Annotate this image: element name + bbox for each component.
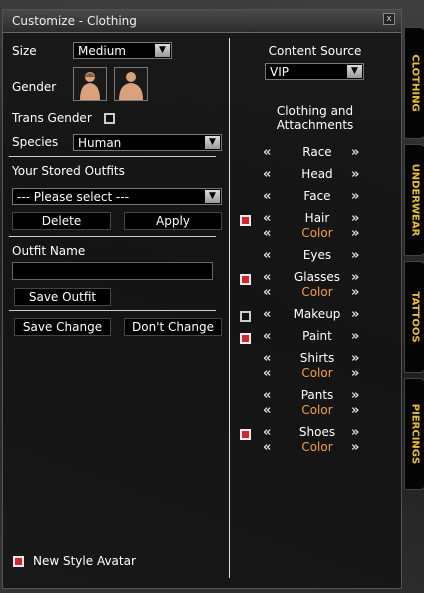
content-source-dropdown[interactable]: VIP ▼ — [265, 63, 364, 80]
item-enable-checkbox[interactable] — [240, 215, 251, 226]
item-color-label: Color — [301, 285, 333, 299]
item-name-label: Glasses — [293, 270, 341, 284]
apply-button[interactable]: Apply — [124, 212, 222, 230]
female-avatar-icon — [74, 68, 106, 100]
chevron-left-icon[interactable]: « — [263, 441, 272, 454]
item-name-label: Hair — [304, 211, 330, 225]
item-name-label: Shirts — [299, 351, 335, 365]
chevron-left-icon[interactable]: « — [263, 212, 272, 225]
divider — [9, 156, 216, 157]
chevron-down-icon: ▼ — [155, 44, 170, 57]
size-dropdown[interactable]: Medium ▼ — [73, 42, 172, 59]
chevron-down-icon: ▼ — [347, 65, 362, 78]
save-outfit-button[interactable]: Save Outfit — [14, 288, 111, 306]
item-color-label: Color — [301, 403, 333, 417]
tab-piercings[interactable]: PIERCINGS — [404, 378, 424, 490]
content-source-label: Content Source — [268, 44, 362, 58]
gender-label: Gender — [12, 80, 57, 94]
title-bar[interactable]: Customize - Clothing x — [3, 10, 401, 33]
chevron-left-icon[interactable]: « — [263, 426, 272, 439]
chevron-left-icon[interactable]: « — [263, 271, 272, 284]
item-name-label: Eyes — [302, 248, 332, 262]
item-color-label: Color — [301, 226, 333, 240]
tab-clothing-label: CLOTHING — [409, 54, 421, 112]
tab-clothing[interactable]: CLOTHING — [404, 27, 424, 139]
outfit-name-input[interactable] — [12, 262, 213, 280]
tab-underwear-label: UNDERWEAR — [409, 163, 421, 237]
delete-button[interactable]: Delete — [12, 212, 111, 230]
chevron-left-icon[interactable]: « — [263, 146, 272, 159]
window-title: Customize - Clothing — [12, 14, 137, 28]
save-change-button[interactable]: Save Change — [14, 318, 111, 336]
item-name-label: Head — [301, 167, 333, 181]
item-enable-checkbox[interactable] — [240, 429, 251, 440]
trans-gender-label: Trans Gender — [12, 111, 92, 125]
stored-outfits-value: --- Please select --- — [17, 190, 130, 204]
chevron-left-icon[interactable]: « — [263, 367, 272, 380]
male-avatar-icon — [115, 68, 147, 100]
divider — [9, 310, 216, 311]
tab-tattoos-label: TATTOOS — [409, 291, 421, 343]
chevron-left-icon[interactable]: « — [263, 352, 272, 365]
chevron-left-icon[interactable]: « — [263, 168, 272, 181]
size-value: Medium — [78, 44, 126, 58]
size-label: Size — [12, 44, 37, 58]
dont-change-button[interactable]: Don't Change — [124, 318, 222, 336]
column-divider — [229, 38, 230, 578]
new-style-avatar-label: New Style Avatar — [33, 554, 136, 568]
customize-window: Customize - Clothing x Size Medium ▼ Gen… — [2, 9, 424, 589]
item-color-label: Color — [301, 366, 333, 380]
clothing-heading: Clothing and Attachments — [237, 104, 393, 132]
chevron-left-icon[interactable]: « — [263, 286, 272, 299]
chevron-left-icon[interactable]: « — [263, 330, 272, 343]
chevron-down-icon: ▼ — [205, 190, 220, 203]
species-label: Species — [12, 135, 59, 149]
outfit-name-label: Outfit Name — [12, 244, 86, 258]
chevron-left-icon[interactable]: « — [263, 404, 272, 417]
item-enable-checkbox[interactable] — [240, 333, 251, 344]
item-name-label: Paint — [302, 329, 332, 343]
content-source-value: VIP — [270, 65, 289, 79]
divider — [9, 236, 216, 237]
chevron-left-icon[interactable]: « — [263, 249, 272, 262]
stored-outfits-dropdown[interactable]: --- Please select --- ▼ — [12, 188, 222, 205]
new-style-avatar-checkbox[interactable] — [13, 556, 24, 567]
item-name-label: Pants — [300, 388, 334, 402]
trans-gender-checkbox[interactable] — [104, 113, 115, 124]
species-value: Human — [78, 136, 122, 150]
chevron-left-icon[interactable]: « — [263, 389, 272, 402]
item-color-label: Color — [301, 440, 333, 454]
item-name-label: Race — [302, 145, 332, 159]
stored-outfits-label: Your Stored Outfits — [12, 164, 125, 178]
close-icon[interactable]: x — [383, 13, 395, 25]
species-dropdown[interactable]: Human ▼ — [73, 134, 222, 151]
chevron-down-icon: ▼ — [205, 136, 220, 149]
item-name-label: Shoes — [298, 425, 336, 439]
clothing-heading-line2: Attachments — [276, 118, 354, 132]
item-enable-checkbox[interactable] — [240, 274, 251, 285]
clothing-heading-line1: Clothing and — [276, 104, 354, 118]
gender-male-button[interactable] — [114, 67, 148, 101]
gender-female-button[interactable] — [73, 67, 107, 101]
chevron-left-icon[interactable]: « — [263, 227, 272, 240]
item-name-label: Makeup — [293, 307, 341, 321]
tab-piercings-label: PIERCINGS — [409, 403, 421, 465]
tab-underwear[interactable]: UNDERWEAR — [404, 144, 424, 256]
item-name-label: Face — [303, 189, 331, 203]
chevron-left-icon[interactable]: « — [263, 190, 272, 203]
chevron-left-icon[interactable]: « — [263, 308, 272, 321]
tab-tattoos[interactable]: TATTOOS — [404, 261, 424, 373]
item-enable-checkbox[interactable] — [240, 311, 251, 322]
